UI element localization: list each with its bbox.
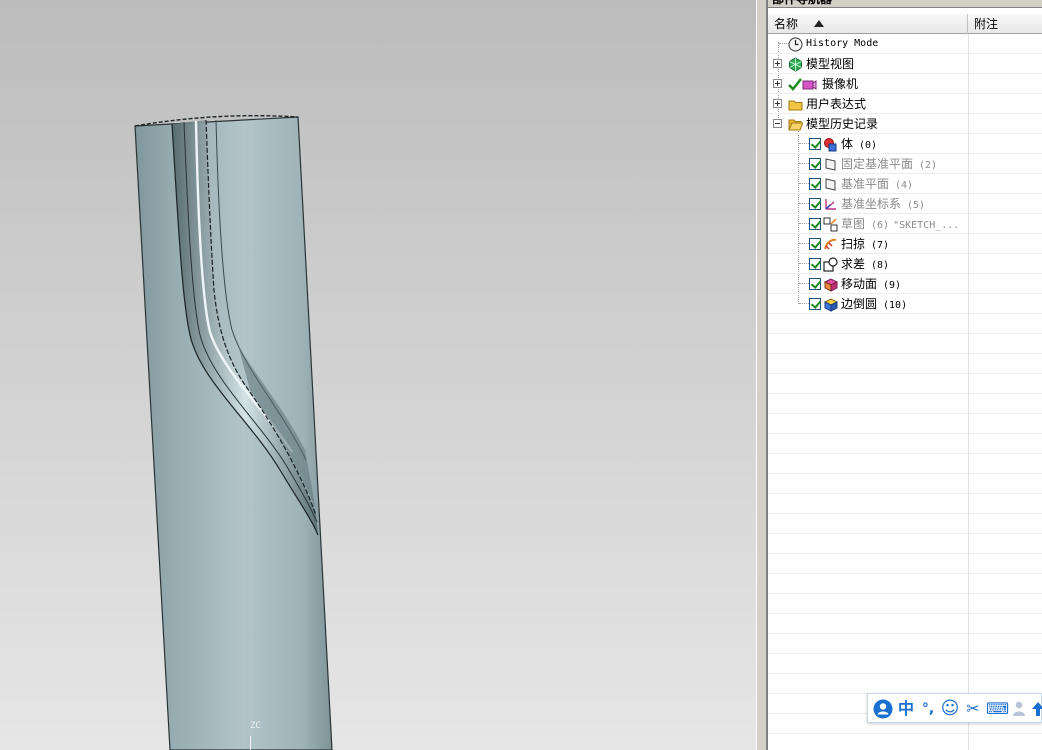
tree-item-datum-csys[interactable]: 基准坐标系 (5) bbox=[768, 194, 1042, 214]
empty-row bbox=[768, 634, 1042, 654]
tree-item-move-face[interactable]: 移动面 (9) bbox=[768, 274, 1042, 294]
empty-row bbox=[768, 414, 1042, 434]
empty-row bbox=[768, 494, 1042, 514]
navigator-tree: History Mode 模型视图 摄像机 用户表达式 模型历史记录 体 (0)… bbox=[768, 34, 1042, 750]
tree-item-label: 基准坐标系 (5) bbox=[841, 197, 926, 211]
folder-open-icon bbox=[788, 119, 803, 131]
tree-item-label: 扫掠 (7) bbox=[841, 237, 890, 251]
arrow-up-icon[interactable] bbox=[1032, 701, 1042, 717]
zc-axis-label: ZC bbox=[250, 721, 261, 731]
visibility-checkbox[interactable] bbox=[809, 158, 821, 170]
tree-item-label: 基准平面 (4) bbox=[841, 177, 914, 191]
subtract-icon bbox=[823, 257, 838, 272]
ime-mode-toggle[interactable]: 中 bbox=[896, 698, 916, 720]
visibility-checkbox[interactable] bbox=[809, 198, 821, 210]
tree-item-body[interactable]: 体 (0) bbox=[768, 134, 1042, 154]
datum-plane-icon bbox=[825, 158, 836, 171]
keyboard-icon[interactable]: ⌨ bbox=[986, 698, 1009, 720]
column-header-note[interactable]: 附注 bbox=[968, 14, 1042, 34]
column-header-name-label: 名称 bbox=[774, 17, 799, 31]
clock-icon bbox=[788, 37, 803, 52]
tree-item-model-history[interactable]: 模型历史记录 bbox=[768, 114, 1042, 134]
visibility-checkbox[interactable] bbox=[809, 238, 821, 250]
visibility-checkbox[interactable] bbox=[809, 298, 821, 310]
empty-row bbox=[768, 574, 1042, 594]
camera-icon bbox=[802, 80, 817, 90]
tree-item-label: 摄像机 bbox=[822, 77, 859, 91]
empty-row bbox=[768, 674, 1042, 694]
edge-blend-icon bbox=[823, 298, 838, 312]
tree-item-fixed-datum-plane[interactable]: 固定基准平面 (2) bbox=[768, 154, 1042, 174]
expand-icon[interactable] bbox=[773, 99, 782, 108]
sweep-icon bbox=[824, 238, 837, 250]
tree-item-label: 用户表达式 bbox=[806, 97, 867, 111]
collapse-icon[interactable] bbox=[773, 119, 782, 128]
sketch-icon bbox=[823, 217, 838, 232]
tree-item-label: History Mode bbox=[806, 38, 879, 49]
panel-splitter[interactable] bbox=[756, 0, 767, 750]
expand-icon[interactable] bbox=[773, 59, 782, 68]
empty-row bbox=[768, 354, 1042, 374]
visibility-checkbox[interactable] bbox=[809, 258, 821, 270]
ime-punctuation-toggle[interactable]: °, bbox=[918, 698, 938, 720]
visibility-checkbox[interactable] bbox=[809, 218, 821, 230]
tree-item-label: 体 (0) bbox=[841, 137, 878, 151]
ime-toolbar: 中 °, ☺ ✂ ⌨ bbox=[867, 693, 1042, 723]
tree-item-sketch[interactable]: 草图 (6) "SKETCH_... bbox=[768, 214, 1042, 234]
tree-item-model-views[interactable]: 模型视图 bbox=[768, 54, 1042, 74]
graphics-viewport[interactable]: ZC bbox=[0, 0, 756, 750]
empty-row bbox=[768, 614, 1042, 634]
expand-icon[interactable] bbox=[773, 79, 782, 88]
part-navigator: 部件导航器 名称 附注 History Mode bbox=[767, 0, 1042, 750]
tree-item-datum-plane[interactable]: 基准平面 (4) bbox=[768, 174, 1042, 194]
tree-item-sweep[interactable]: 扫掠 (7) bbox=[768, 234, 1042, 254]
empty-row bbox=[768, 554, 1042, 574]
empty-row bbox=[768, 594, 1042, 614]
move-face-icon bbox=[823, 278, 838, 292]
tree-item-user-expressions[interactable]: 用户表达式 bbox=[768, 94, 1042, 114]
person-icon[interactable] bbox=[1012, 701, 1026, 717]
check-mark-icon bbox=[788, 78, 802, 91]
empty-row bbox=[768, 474, 1042, 494]
tree-item-label: 模型历史记录 bbox=[806, 117, 879, 131]
empty-row bbox=[768, 434, 1042, 454]
tree-item-label: 模型视图 bbox=[806, 57, 855, 71]
cylinder-model bbox=[134, 115, 333, 750]
model-views-icon bbox=[789, 57, 802, 72]
user-icon[interactable] bbox=[873, 699, 893, 719]
tree-item-label: 移动面 (9) bbox=[841, 277, 902, 291]
tree-item-label: 边倒圆 (10) bbox=[841, 297, 908, 311]
datum-csys-icon bbox=[825, 199, 836, 210]
empty-rows bbox=[768, 314, 1042, 750]
folder-icon bbox=[788, 100, 803, 111]
tree-item-edge-blend[interactable]: 边倒圆 (10) bbox=[768, 294, 1042, 314]
datum-plane-icon bbox=[825, 178, 836, 191]
zc-axis-line bbox=[250, 736, 251, 750]
visibility-checkbox[interactable] bbox=[809, 178, 821, 190]
body-icon bbox=[824, 138, 837, 152]
scissors-icon[interactable]: ✂ bbox=[963, 698, 983, 720]
navigator-header: 名称 附注 bbox=[768, 14, 1042, 34]
tree-item-camera[interactable]: 摄像机 bbox=[768, 74, 1042, 94]
navigator-title: 部件导航器 bbox=[768, 0, 1042, 8]
tree-item-label: 草图 (6) "SKETCH_... bbox=[841, 217, 960, 231]
empty-row bbox=[768, 334, 1042, 354]
empty-row bbox=[768, 374, 1042, 394]
visibility-checkbox[interactable] bbox=[809, 138, 821, 150]
sort-ascending-icon bbox=[814, 20, 824, 27]
column-header-name[interactable]: 名称 bbox=[768, 14, 968, 34]
empty-row bbox=[768, 314, 1042, 334]
tree-item-label: 固定基准平面 (2) bbox=[841, 157, 938, 171]
tree-item-subtract[interactable]: 求差 (8) bbox=[768, 254, 1042, 274]
empty-row bbox=[768, 654, 1042, 674]
empty-row bbox=[768, 394, 1042, 414]
tree-item-label: 求差 (8) bbox=[841, 257, 890, 271]
empty-row bbox=[768, 534, 1042, 554]
empty-row bbox=[768, 454, 1042, 474]
visibility-checkbox[interactable] bbox=[809, 278, 821, 290]
empty-row bbox=[768, 514, 1042, 534]
empty-row bbox=[768, 734, 1042, 750]
tree-item-history-mode[interactable]: History Mode bbox=[768, 34, 1042, 54]
emoji-icon[interactable]: ☺ bbox=[940, 698, 960, 720]
